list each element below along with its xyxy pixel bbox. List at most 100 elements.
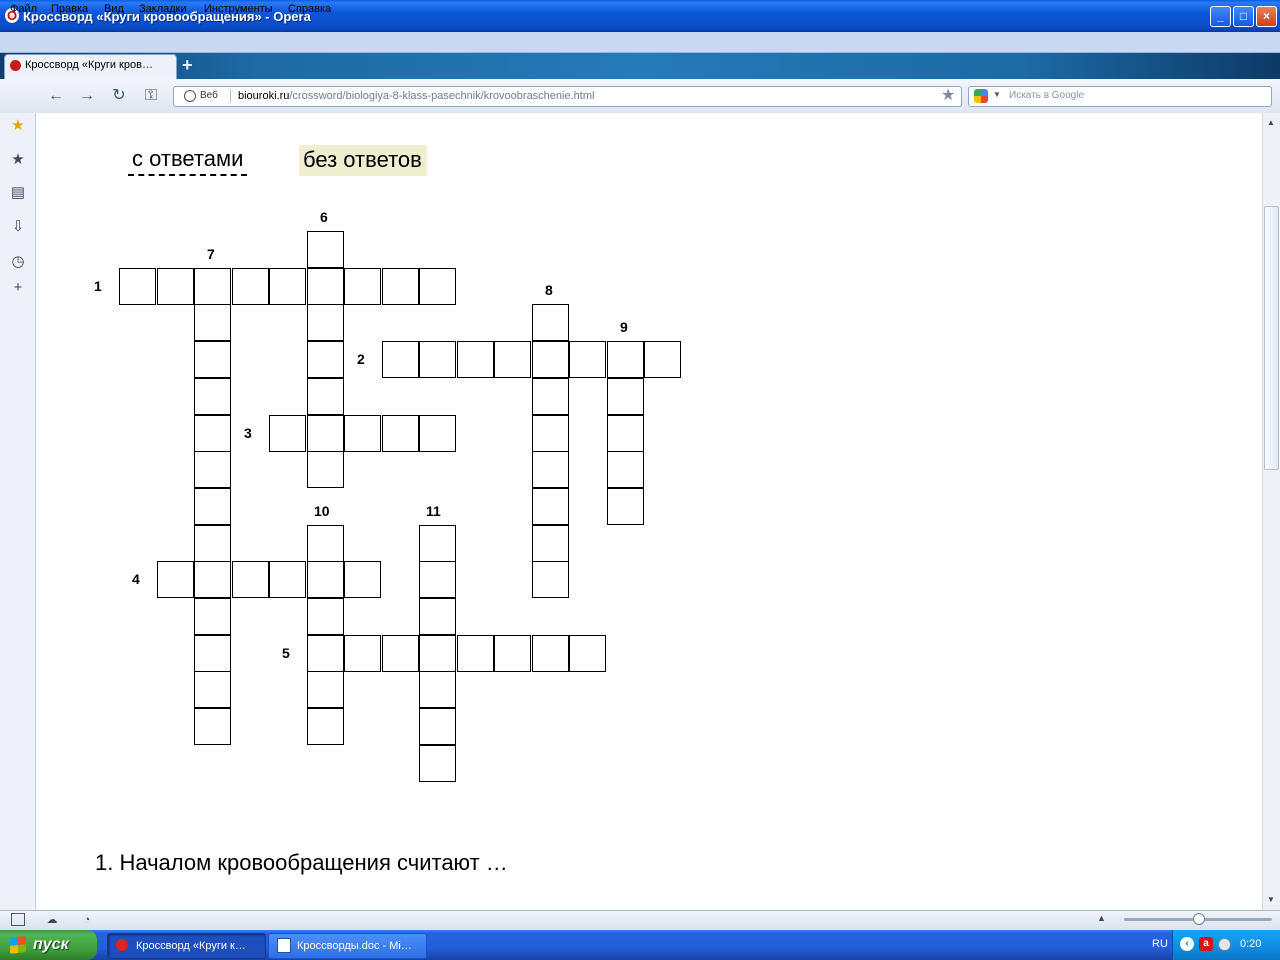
crossword-number-8: 8 (545, 282, 553, 298)
tab-label: Кроссворд «Круги кров… (25, 59, 153, 71)
search-placeholder: Искать в Google (1009, 90, 1085, 101)
crossword-cell (194, 561, 231, 598)
zoom-slider-handle[interactable] (1193, 913, 1205, 925)
clue-1: 1. Началом кровообращения считают … (95, 850, 508, 875)
downloads-icon[interactable]: ⇩ (9, 218, 27, 236)
scroll-down-button[interactable]: ▼ (1264, 893, 1278, 907)
scroll-thumb[interactable] (1264, 206, 1279, 470)
crossword-cell (307, 671, 344, 708)
notes-icon[interactable]: ▤ (9, 184, 27, 202)
crossword-cell (194, 415, 231, 452)
crossword-cell (269, 268, 306, 305)
crossword-cell (607, 451, 644, 488)
search-engine-dropdown-icon[interactable]: ▼ (993, 90, 1001, 99)
maximize-button[interactable]: □ (1233, 6, 1254, 27)
new-tab-button[interactable]: + (182, 55, 193, 76)
crossword-cell (269, 561, 306, 598)
google-icon[interactable] (974, 89, 988, 103)
crossword-cell (607, 488, 644, 525)
crossword-cell (194, 268, 231, 305)
crossword-cell (532, 341, 569, 378)
with-answers-toggle[interactable]: с ответами (128, 146, 248, 176)
crossword-number-10: 10 (314, 503, 330, 519)
close-button[interactable]: × (1256, 6, 1277, 27)
panel-toggle-icon[interactable] (11, 913, 25, 926)
crossword-cell (344, 415, 381, 452)
taskbar-item-opera[interactable]: Кроссворд «Круги к… (107, 933, 266, 959)
crossword-cell (307, 378, 344, 415)
crossword-cell (457, 635, 494, 672)
crossword-cell (194, 708, 231, 745)
crossword-cell (307, 268, 344, 305)
minimize-button[interactable]: _ (1210, 6, 1231, 27)
crossword-cell (194, 598, 231, 635)
url-path: /crossword/biologiya-8-klass-pasechnik/k… (289, 90, 595, 102)
crossword-cell (194, 341, 231, 378)
reload-button[interactable]: ↻ (109, 86, 129, 106)
crossword-cell (307, 525, 344, 562)
crossword-cell (307, 561, 344, 598)
crossword-cell (607, 341, 644, 378)
crossword-number-1: 1 (94, 278, 102, 294)
crossword-cell (607, 415, 644, 452)
antivirus-icon[interactable]: a (1199, 937, 1213, 951)
forward-button[interactable]: → (77, 86, 97, 106)
crossword-cell (494, 341, 531, 378)
crossword-cell (644, 341, 681, 378)
crossword-cell (419, 561, 456, 598)
crossword-cell (419, 708, 456, 745)
crossword-number-4: 4 (132, 571, 140, 587)
menu-file[interactable]: Файл (10, 3, 37, 15)
back-button[interactable]: ← (46, 86, 66, 106)
without-answers-toggle[interactable]: без ответов (299, 145, 427, 176)
start-label: пуск (33, 936, 69, 953)
crossword-cell (194, 671, 231, 708)
crossword-cell (419, 635, 456, 672)
crossword-cell (532, 415, 569, 452)
crossword-cell (494, 635, 531, 672)
show-zoom-icon[interactable]: ▲ (1097, 913, 1106, 923)
crossword-cell (382, 415, 419, 452)
scroll-up-button[interactable]: ▲ (1264, 116, 1278, 130)
crossword-cell (532, 451, 569, 488)
crossword-cell (307, 598, 344, 635)
crossword-cell (194, 635, 231, 672)
language-indicator[interactable]: RU (1152, 938, 1168, 950)
url-host: biouroki.ru (238, 90, 290, 102)
bookmark-star-icon[interactable]: ★ (941, 86, 955, 105)
tray-expand-icon[interactable]: ‹ (1180, 937, 1194, 951)
crossword-number-5: 5 (282, 645, 290, 661)
cloud-icon[interactable]: ☁ (45, 913, 59, 927)
crossword-cell (382, 635, 419, 672)
add-panel-icon[interactable]: + (9, 279, 27, 297)
crossword-cell (307, 341, 344, 378)
globe-icon (184, 90, 196, 102)
speed-dial-star-icon[interactable]: ★ (9, 117, 27, 135)
crossword-cell (307, 304, 344, 341)
crossword-cell (419, 525, 456, 562)
url-divider (230, 89, 231, 103)
menu-edit[interactable]: Правка (51, 3, 88, 15)
crossword-cell (194, 525, 231, 562)
crossword-number-2: 2 (357, 351, 365, 367)
crossword-cell (194, 488, 231, 525)
key-icon[interactable]: ⚿ (141, 86, 161, 106)
crossword-cell (419, 671, 456, 708)
menu-help[interactable]: Справка (288, 3, 331, 15)
web-badge[interactable]: Веб (200, 90, 218, 101)
menu-view[interactable]: Вид (104, 3, 124, 15)
speed-icon[interactable]: ◔ (80, 913, 94, 927)
taskbar-item-word[interactable]: Кроссворды.doc - Mi… (268, 933, 427, 959)
history-icon[interactable]: ◷ (9, 253, 27, 271)
menu-bookmarks[interactable]: Закладки (139, 3, 187, 15)
crossword-cell (419, 341, 456, 378)
menu-bar (0, 32, 1280, 53)
tray-app-icon[interactable] (1218, 938, 1231, 951)
menu-tools[interactable]: Инструменты (204, 3, 273, 15)
crossword-number-6: 6 (320, 209, 328, 225)
crossword-cell (344, 268, 381, 305)
url-text[interactable]: biouroki.ru/crossword/biologiya-8-klass-… (238, 90, 594, 102)
taskbar-item-label: Кроссворд «Круги к… (136, 940, 246, 952)
crossword-cell (457, 341, 494, 378)
bookmarks-icon[interactable]: ★ (9, 151, 27, 169)
